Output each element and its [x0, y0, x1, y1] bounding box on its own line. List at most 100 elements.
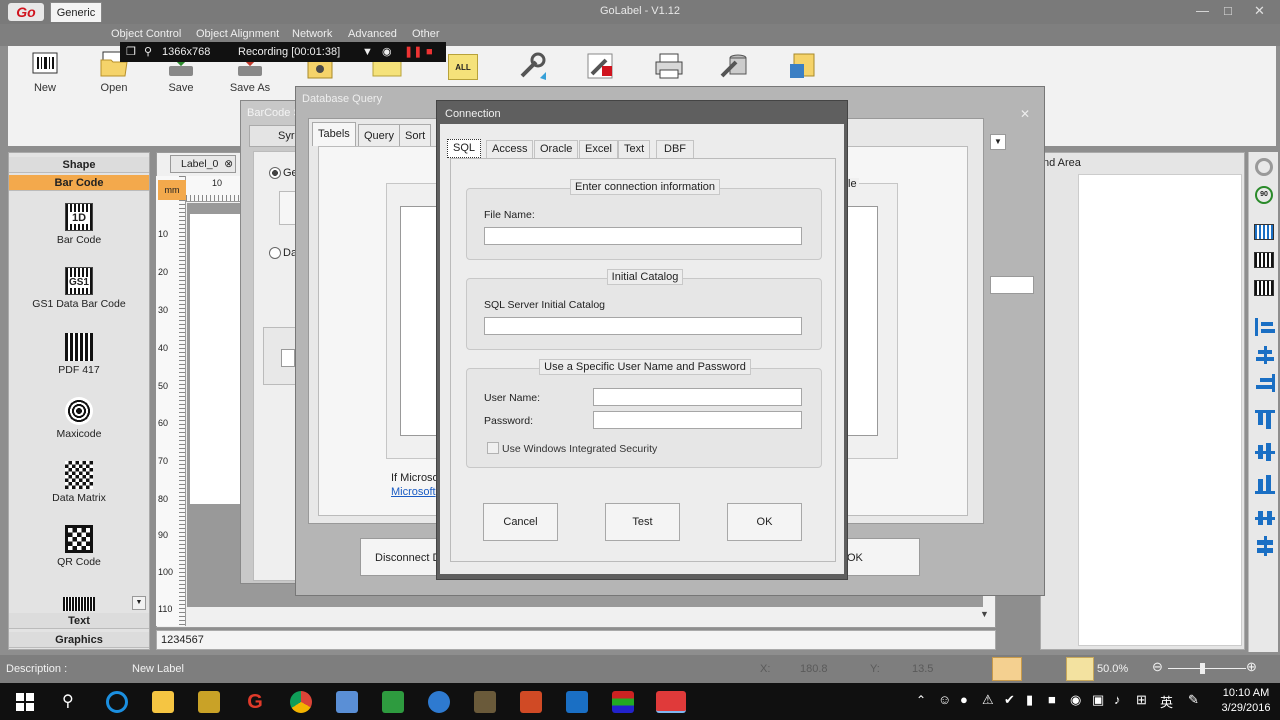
file-name-input[interactable]	[484, 227, 802, 245]
minimize-icon[interactable]: —	[1196, 3, 1209, 18]
zoom-in-icon[interactable]: ⊕	[1246, 659, 1257, 675]
window-mode-icon[interactable]: ❐	[126, 42, 136, 62]
radio-database[interactable]	[269, 247, 281, 259]
edge-browser-icon[interactable]	[106, 691, 128, 713]
password-input[interactable]	[593, 411, 802, 429]
cart-icon[interactable]: ✔	[1004, 692, 1015, 708]
qr-code-item[interactable]: QR Code	[9, 525, 149, 568]
graphics-section[interactable]: Graphics	[9, 632, 149, 648]
object-content-field[interactable]: 1234567	[156, 630, 996, 650]
search-icon[interactable]: ⚲	[62, 691, 74, 711]
golabel-g-icon[interactable]: G	[244, 691, 266, 713]
gs1-barcode-item[interactable]: GS1 GS1 Data Bar Code	[9, 267, 149, 310]
radio-general[interactable]	[269, 167, 281, 179]
camera-icon[interactable]: ◉	[382, 42, 392, 62]
barcode-align-icon[interactable]	[1254, 224, 1274, 240]
scroll-down-icon[interactable]: ▼	[980, 609, 994, 625]
game-icon[interactable]	[474, 691, 496, 713]
action-center-icon[interactable]: ✎	[1188, 692, 1199, 708]
tab-close-icon[interactable]: ⊗	[224, 158, 233, 170]
close-icon[interactable]: ✕	[1254, 3, 1265, 19]
align-bottom-icon[interactable]	[1255, 474, 1275, 494]
network-icon[interactable]: ▣	[1092, 692, 1104, 708]
outlook-icon[interactable]	[566, 691, 588, 713]
shield-icon[interactable]: ■	[1048, 692, 1056, 707]
app-tray-icon[interactable]: ●	[960, 692, 968, 707]
pdf417-item[interactable]: PDF 417	[9, 333, 149, 376]
grid-toggle-icon[interactable]	[992, 657, 1022, 681]
chrome-icon[interactable]	[290, 691, 312, 713]
windows-start-icon[interactable]	[16, 693, 34, 711]
more-barcode-icon[interactable]	[63, 597, 95, 611]
dropdown-icon[interactable]: ▼	[362, 42, 373, 62]
integrated-security-checkbox[interactable]	[487, 442, 499, 454]
rotate-90-icon[interactable]: 90	[1255, 186, 1273, 204]
db-note-link[interactable]: Microsoft	[391, 486, 436, 498]
barcode-align-icon[interactable]	[1254, 280, 1274, 296]
tab-generic[interactable]: Generic	[50, 2, 102, 22]
align-left-icon[interactable]	[1255, 318, 1275, 336]
tab-access[interactable]: Access	[486, 140, 534, 158]
scroll-down-icon[interactable]: ▼	[132, 596, 146, 610]
align-middle-icon[interactable]	[1255, 442, 1275, 462]
db-dialog-close-icon[interactable]: ✕	[1020, 107, 1030, 121]
green-app-icon[interactable]	[382, 691, 404, 713]
pause-icon[interactable]: ❚❚	[404, 42, 422, 62]
tab-network[interactable]: Network	[292, 28, 332, 40]
align-right-icon[interactable]	[1255, 374, 1275, 392]
tab-other[interactable]: Other	[412, 28, 440, 40]
tab-tabels[interactable]: Tabels	[312, 122, 356, 146]
ime-language[interactable]: 英	[1160, 692, 1173, 711]
zoom-slider[interactable]	[1168, 668, 1246, 669]
database-export-icon[interactable]	[788, 52, 820, 80]
show-hidden-icons[interactable]: ⌃	[916, 693, 926, 707]
tab-sql[interactable]: SQL	[447, 139, 482, 158]
tab-object-control[interactable]: Object Control	[111, 28, 181, 40]
keyboard-icon[interactable]: ⊞	[1136, 692, 1147, 708]
tab-oracle[interactable]: Oracle	[534, 140, 579, 158]
db-ok-button[interactable]: OK	[840, 538, 920, 576]
file-explorer-icon[interactable]	[152, 691, 174, 713]
database-tool-icon[interactable]	[718, 50, 750, 82]
all-icon[interactable]: ALL	[448, 54, 478, 80]
tray-app-icon[interactable]: ◉	[1070, 692, 1081, 708]
ruler-unit[interactable]: mm	[158, 180, 186, 200]
data-matrix-item[interactable]: Data Matrix	[9, 461, 149, 504]
person-icon[interactable]: ☺	[938, 692, 951, 707]
distribute-icon[interactable]	[1255, 508, 1275, 528]
bar-code-section[interactable]: Bar Code	[9, 175, 149, 191]
label-tab[interactable]: Label_0 ⊗	[170, 155, 236, 173]
battery-icon[interactable]: ▮	[1026, 692, 1033, 708]
zoom-icon[interactable]: ⚲	[144, 42, 152, 62]
catalog-input[interactable]	[484, 317, 802, 335]
new-button[interactable]: New	[18, 50, 72, 94]
settings-wrench-icon[interactable]	[584, 50, 616, 82]
printer-icon[interactable]	[654, 52, 684, 80]
golabel-taskbar-icon[interactable]	[656, 691, 686, 713]
tab-text[interactable]: Text	[618, 140, 651, 158]
tab-sort[interactable]: Sort	[399, 124, 432, 146]
ok-button[interactable]: OK	[727, 503, 802, 541]
powerpoint-icon[interactable]	[520, 691, 542, 713]
dropdown-icon[interactable]: ▼	[990, 134, 1006, 150]
user-name-input[interactable]	[593, 388, 802, 406]
tab-dbf[interactable]: DBF	[656, 140, 694, 158]
tab-query[interactable]: Query	[358, 124, 400, 146]
cancel-button[interactable]: Cancel	[483, 503, 558, 541]
barcode-field-input[interactable]	[281, 349, 295, 367]
barcode-1d-item[interactable]: 1D Bar Code	[9, 203, 149, 246]
volume-icon[interactable]: ♪	[1114, 692, 1121, 707]
align-top-icon[interactable]	[1255, 410, 1275, 430]
barcode-align-icon[interactable]	[1254, 252, 1274, 268]
maximize-icon[interactable]: □	[1224, 3, 1232, 18]
text-section[interactable]: Text	[9, 613, 149, 629]
page-view-icon[interactable]	[1066, 657, 1094, 681]
zoom-slider-thumb[interactable]	[1200, 663, 1205, 674]
winrar-icon[interactable]	[612, 691, 634, 713]
wrench-icon[interactable]	[516, 50, 548, 82]
align-center-icon[interactable]	[1255, 346, 1275, 364]
shape-section[interactable]: Shape	[9, 157, 149, 173]
tab-advanced[interactable]: Advanced	[348, 28, 397, 40]
distribute-vertical-icon[interactable]	[1255, 536, 1275, 556]
tab-object-alignment[interactable]: Object Alignment	[196, 28, 279, 40]
